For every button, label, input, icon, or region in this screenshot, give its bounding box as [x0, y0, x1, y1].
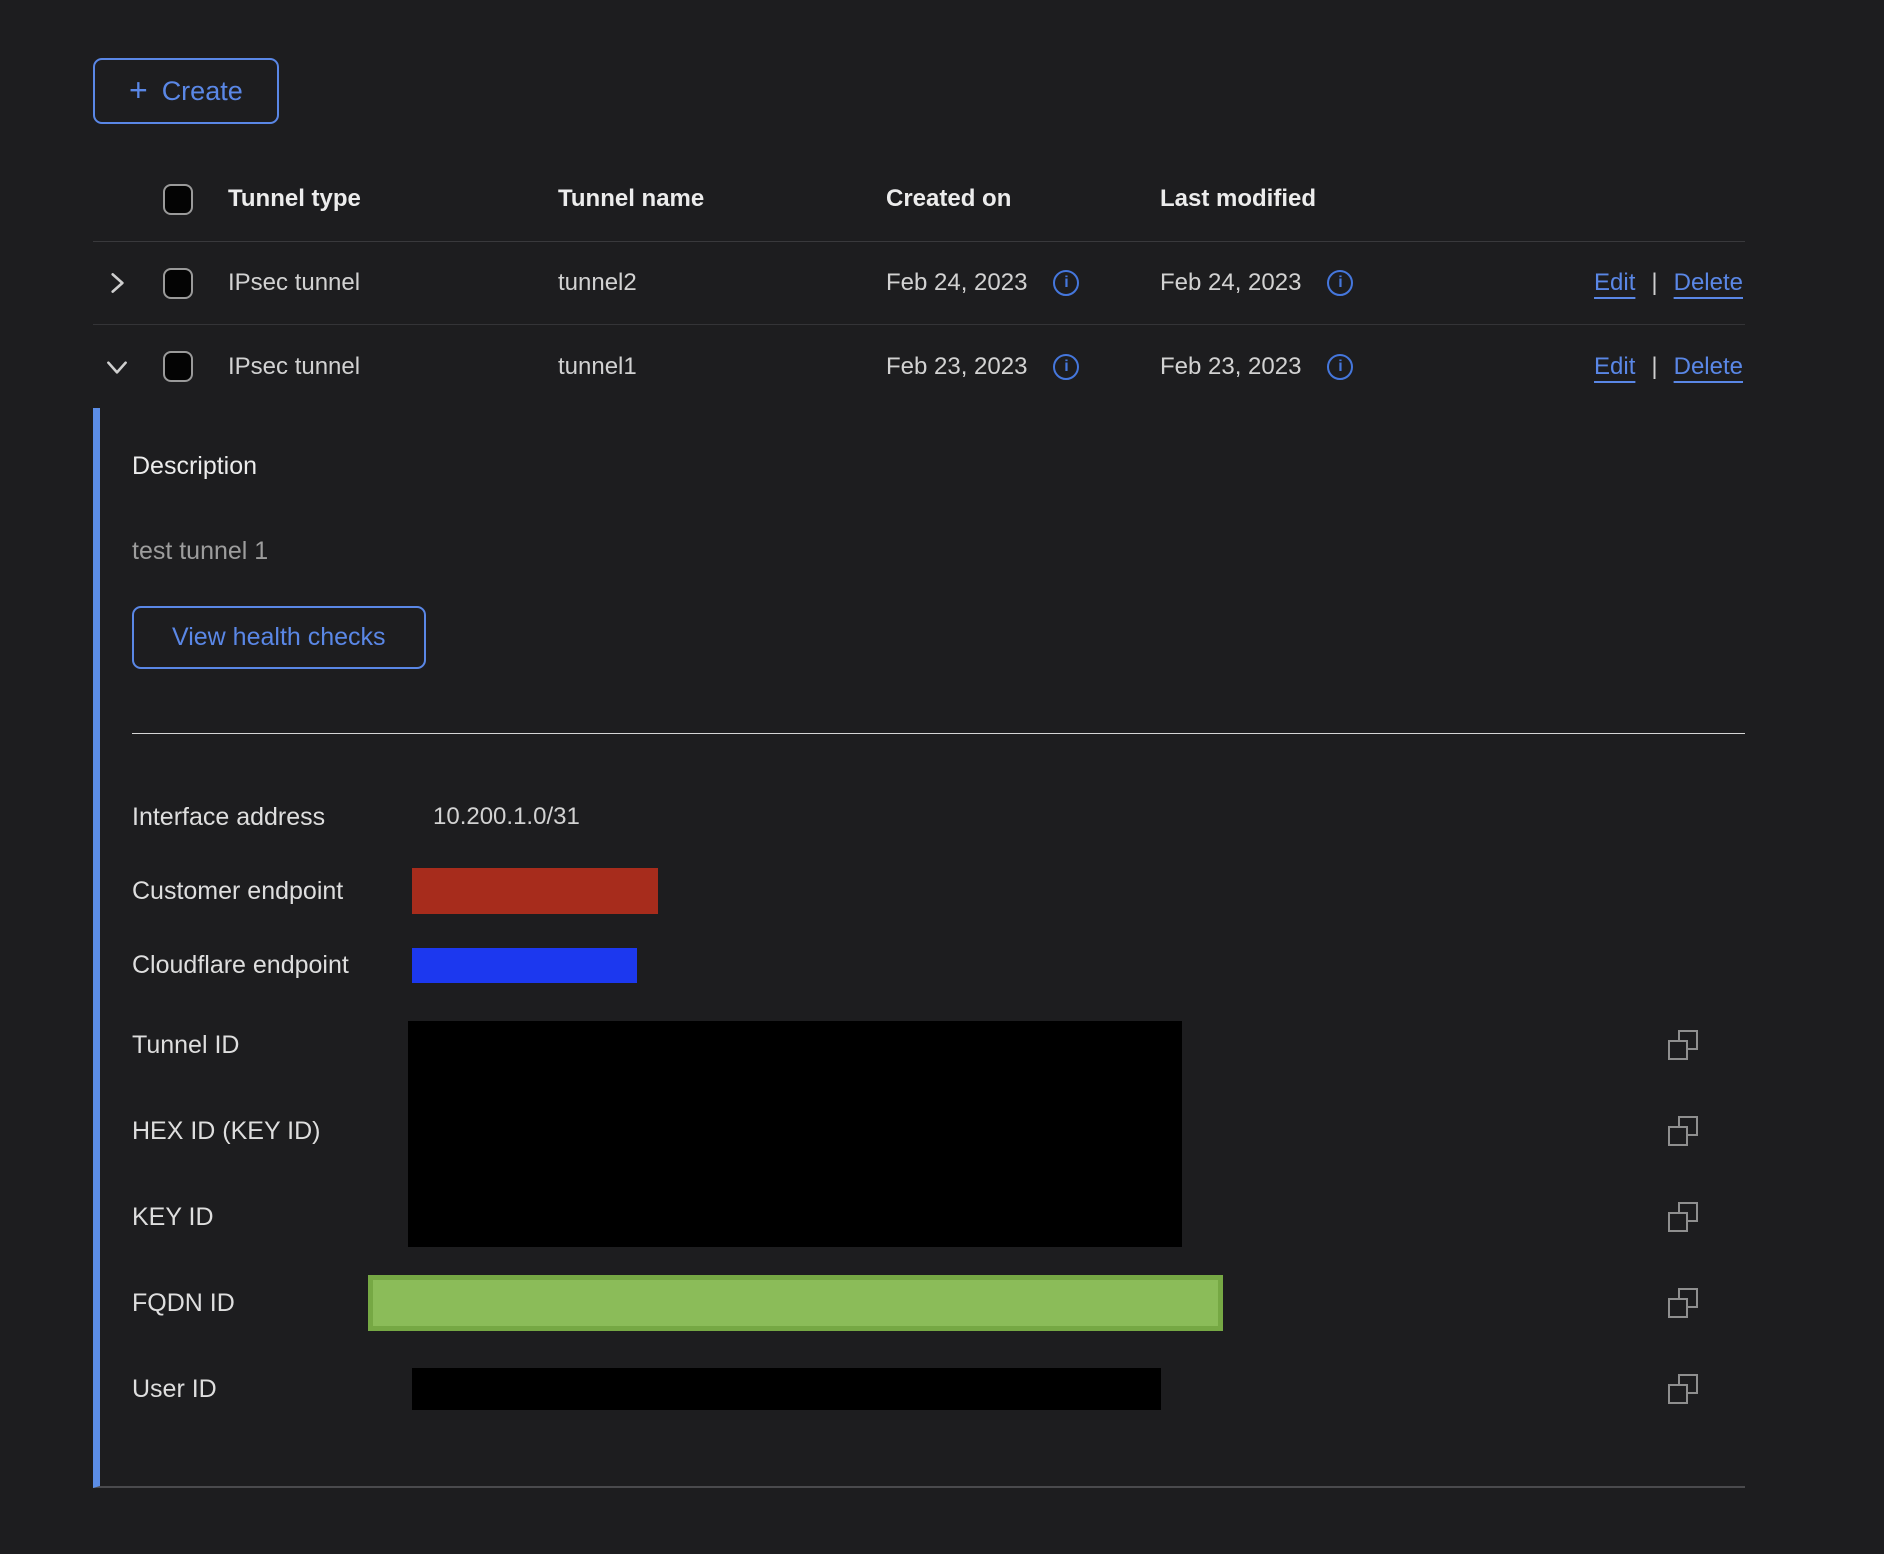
- copy-icon[interactable]: [1668, 1202, 1698, 1232]
- interface-address-value: 10.200.1.0/31: [408, 803, 580, 831]
- header-tunnel-name: Tunnel name: [558, 185, 886, 213]
- interface-address-label: Interface address: [132, 803, 408, 832]
- row-checkbox[interactable]: [163, 268, 193, 299]
- customer-endpoint-label: Customer endpoint: [132, 877, 408, 906]
- user-id-label: User ID: [132, 1375, 408, 1404]
- tunnel-type-cell: IPsec tunnel: [228, 269, 558, 297]
- customer-endpoint-redacted-value: [412, 868, 658, 914]
- tunnels-page: + Create Tunnel type Tunnel name Created…: [93, 0, 1745, 1488]
- table-row: IPsec tunnel tunnel2 Feb 24, 2023 i Feb …: [93, 242, 1745, 325]
- link-separator: |: [1651, 269, 1657, 297]
- header-created-on: Created on: [886, 185, 1160, 213]
- chevron-down-icon[interactable]: [103, 353, 131, 381]
- created-on-value: Feb 23, 2023: [886, 353, 1027, 381]
- customer-endpoint-row: Customer endpoint: [132, 854, 1745, 928]
- tunnels-table: Tunnel type Tunnel name Created on Last …: [93, 157, 1745, 1488]
- cloudflare-endpoint-redacted-value: [412, 948, 637, 983]
- cloudflare-endpoint-row: Cloudflare endpoint: [132, 928, 1745, 1002]
- info-icon[interactable]: i: [1327, 354, 1353, 380]
- copy-icon[interactable]: [1668, 1030, 1698, 1060]
- create-button[interactable]: + Create: [93, 58, 279, 124]
- plus-icon: +: [129, 74, 148, 106]
- fqdn-id-label: FQDN ID: [132, 1289, 408, 1318]
- tunnel-id-label: Tunnel ID: [132, 1002, 408, 1088]
- last-modified-value: Feb 24, 2023: [1160, 269, 1301, 297]
- link-separator: |: [1651, 353, 1657, 381]
- chevron-right-icon[interactable]: [103, 269, 131, 297]
- interface-address-row: Interface address 10.200.1.0/31: [132, 780, 1745, 854]
- hex-id-label: HEX ID (KEY ID): [132, 1088, 408, 1174]
- delete-link[interactable]: Delete: [1674, 269, 1743, 297]
- fqdn-id-row: FQDN ID: [132, 1260, 1745, 1346]
- created-on-value: Feb 24, 2023: [886, 269, 1027, 297]
- tunnel-detail-panel: Description test tunnel 1 View health ch…: [93, 408, 1745, 1488]
- info-icon[interactable]: i: [1053, 270, 1079, 296]
- cloudflare-endpoint-label: Cloudflare endpoint: [132, 951, 408, 980]
- user-id-redacted-value: [412, 1368, 1161, 1410]
- delete-link[interactable]: Delete: [1674, 353, 1743, 381]
- description-value: test tunnel 1: [132, 537, 1745, 566]
- info-icon[interactable]: i: [1053, 354, 1079, 380]
- copy-icon[interactable]: [1668, 1374, 1698, 1404]
- edit-link[interactable]: Edit: [1594, 269, 1635, 297]
- copy-icon[interactable]: [1668, 1288, 1698, 1318]
- info-icon[interactable]: i: [1327, 270, 1353, 296]
- header-last-modified-label: Last modified: [1160, 185, 1316, 213]
- header-created-on-label: Created on: [886, 185, 1011, 213]
- header-tunnel-type: Tunnel type: [228, 185, 558, 213]
- row-checkbox[interactable]: [163, 351, 193, 382]
- description-label: Description: [132, 452, 1745, 481]
- tunnel-name-cell: tunnel2: [558, 269, 886, 297]
- tunnel-name-cell: tunnel1: [558, 353, 886, 381]
- tunnel-type-cell: IPsec tunnel: [228, 353, 558, 381]
- tunnel-ids-group: Tunnel ID HEX ID (KEY ID) KEY ID: [132, 1002, 1745, 1260]
- fqdn-id-redacted-value: [368, 1275, 1223, 1331]
- key-id-label: KEY ID: [132, 1174, 408, 1260]
- header-last-modified: Last modified: [1160, 185, 1493, 213]
- view-health-checks-button[interactable]: View health checks: [132, 606, 426, 669]
- edit-link[interactable]: Edit: [1594, 353, 1635, 381]
- select-all-checkbox[interactable]: [163, 184, 193, 215]
- table-header-row: Tunnel type Tunnel name Created on Last …: [93, 157, 1745, 242]
- create-button-label: Create: [162, 76, 243, 107]
- copy-icon[interactable]: [1668, 1116, 1698, 1146]
- last-modified-value: Feb 23, 2023: [1160, 353, 1301, 381]
- section-divider: [132, 733, 1745, 734]
- user-id-row: User ID: [132, 1346, 1745, 1432]
- ids-redacted-value: [408, 1021, 1182, 1247]
- table-row: IPsec tunnel tunnel1 Feb 23, 2023 i Feb …: [93, 325, 1745, 408]
